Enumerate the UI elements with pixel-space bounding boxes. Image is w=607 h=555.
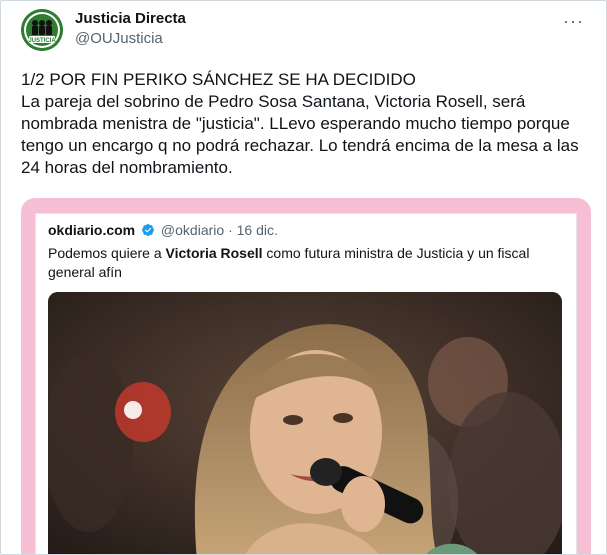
quoted-date[interactable]: 16 dic. [237, 222, 278, 238]
avatar-logo-icon: JUSTICIA [21, 9, 63, 51]
quoted-source-name[interactable]: okdiario.com [48, 222, 135, 238]
tweet-text: 1/2 POR FIN PERIKO SÁNCHEZ SE HA DECIDID… [21, 70, 579, 177]
quoted-text-bold: Victoria Rosell [165, 245, 263, 261]
woman-with-microphone-image [48, 292, 562, 554]
more-options-icon[interactable]: ··· [563, 11, 584, 32]
tweet-frame: JUSTICIA Justicia Directa @OUJusticia ··… [0, 0, 607, 555]
display-name[interactable]: Justicia Directa [75, 10, 186, 27]
quoted-source-handle[interactable]: @okdiario [161, 222, 224, 238]
quoted-tweet[interactable]: okdiario.com @okdiario · 16 dic. Podemos… [35, 213, 577, 554]
verified-badge-icon [142, 224, 155, 236]
quoted-text-before: Podemos quiere a [48, 245, 166, 261]
handle[interactable]: @OUJusticia [75, 30, 163, 47]
quoted-separator: · [228, 222, 233, 238]
avatar[interactable]: JUSTICIA [21, 9, 63, 51]
avatar-text: JUSTICIA [28, 38, 56, 44]
quoted-photo[interactable] [48, 292, 562, 554]
quoted-header: okdiario.com @okdiario · 16 dic. [48, 222, 278, 238]
tweet-header: JUSTICIA Justicia Directa @OUJusticia ··… [21, 9, 596, 53]
quoted-text: Podemos quiere a Victoria Rosell como fu… [48, 244, 568, 282]
